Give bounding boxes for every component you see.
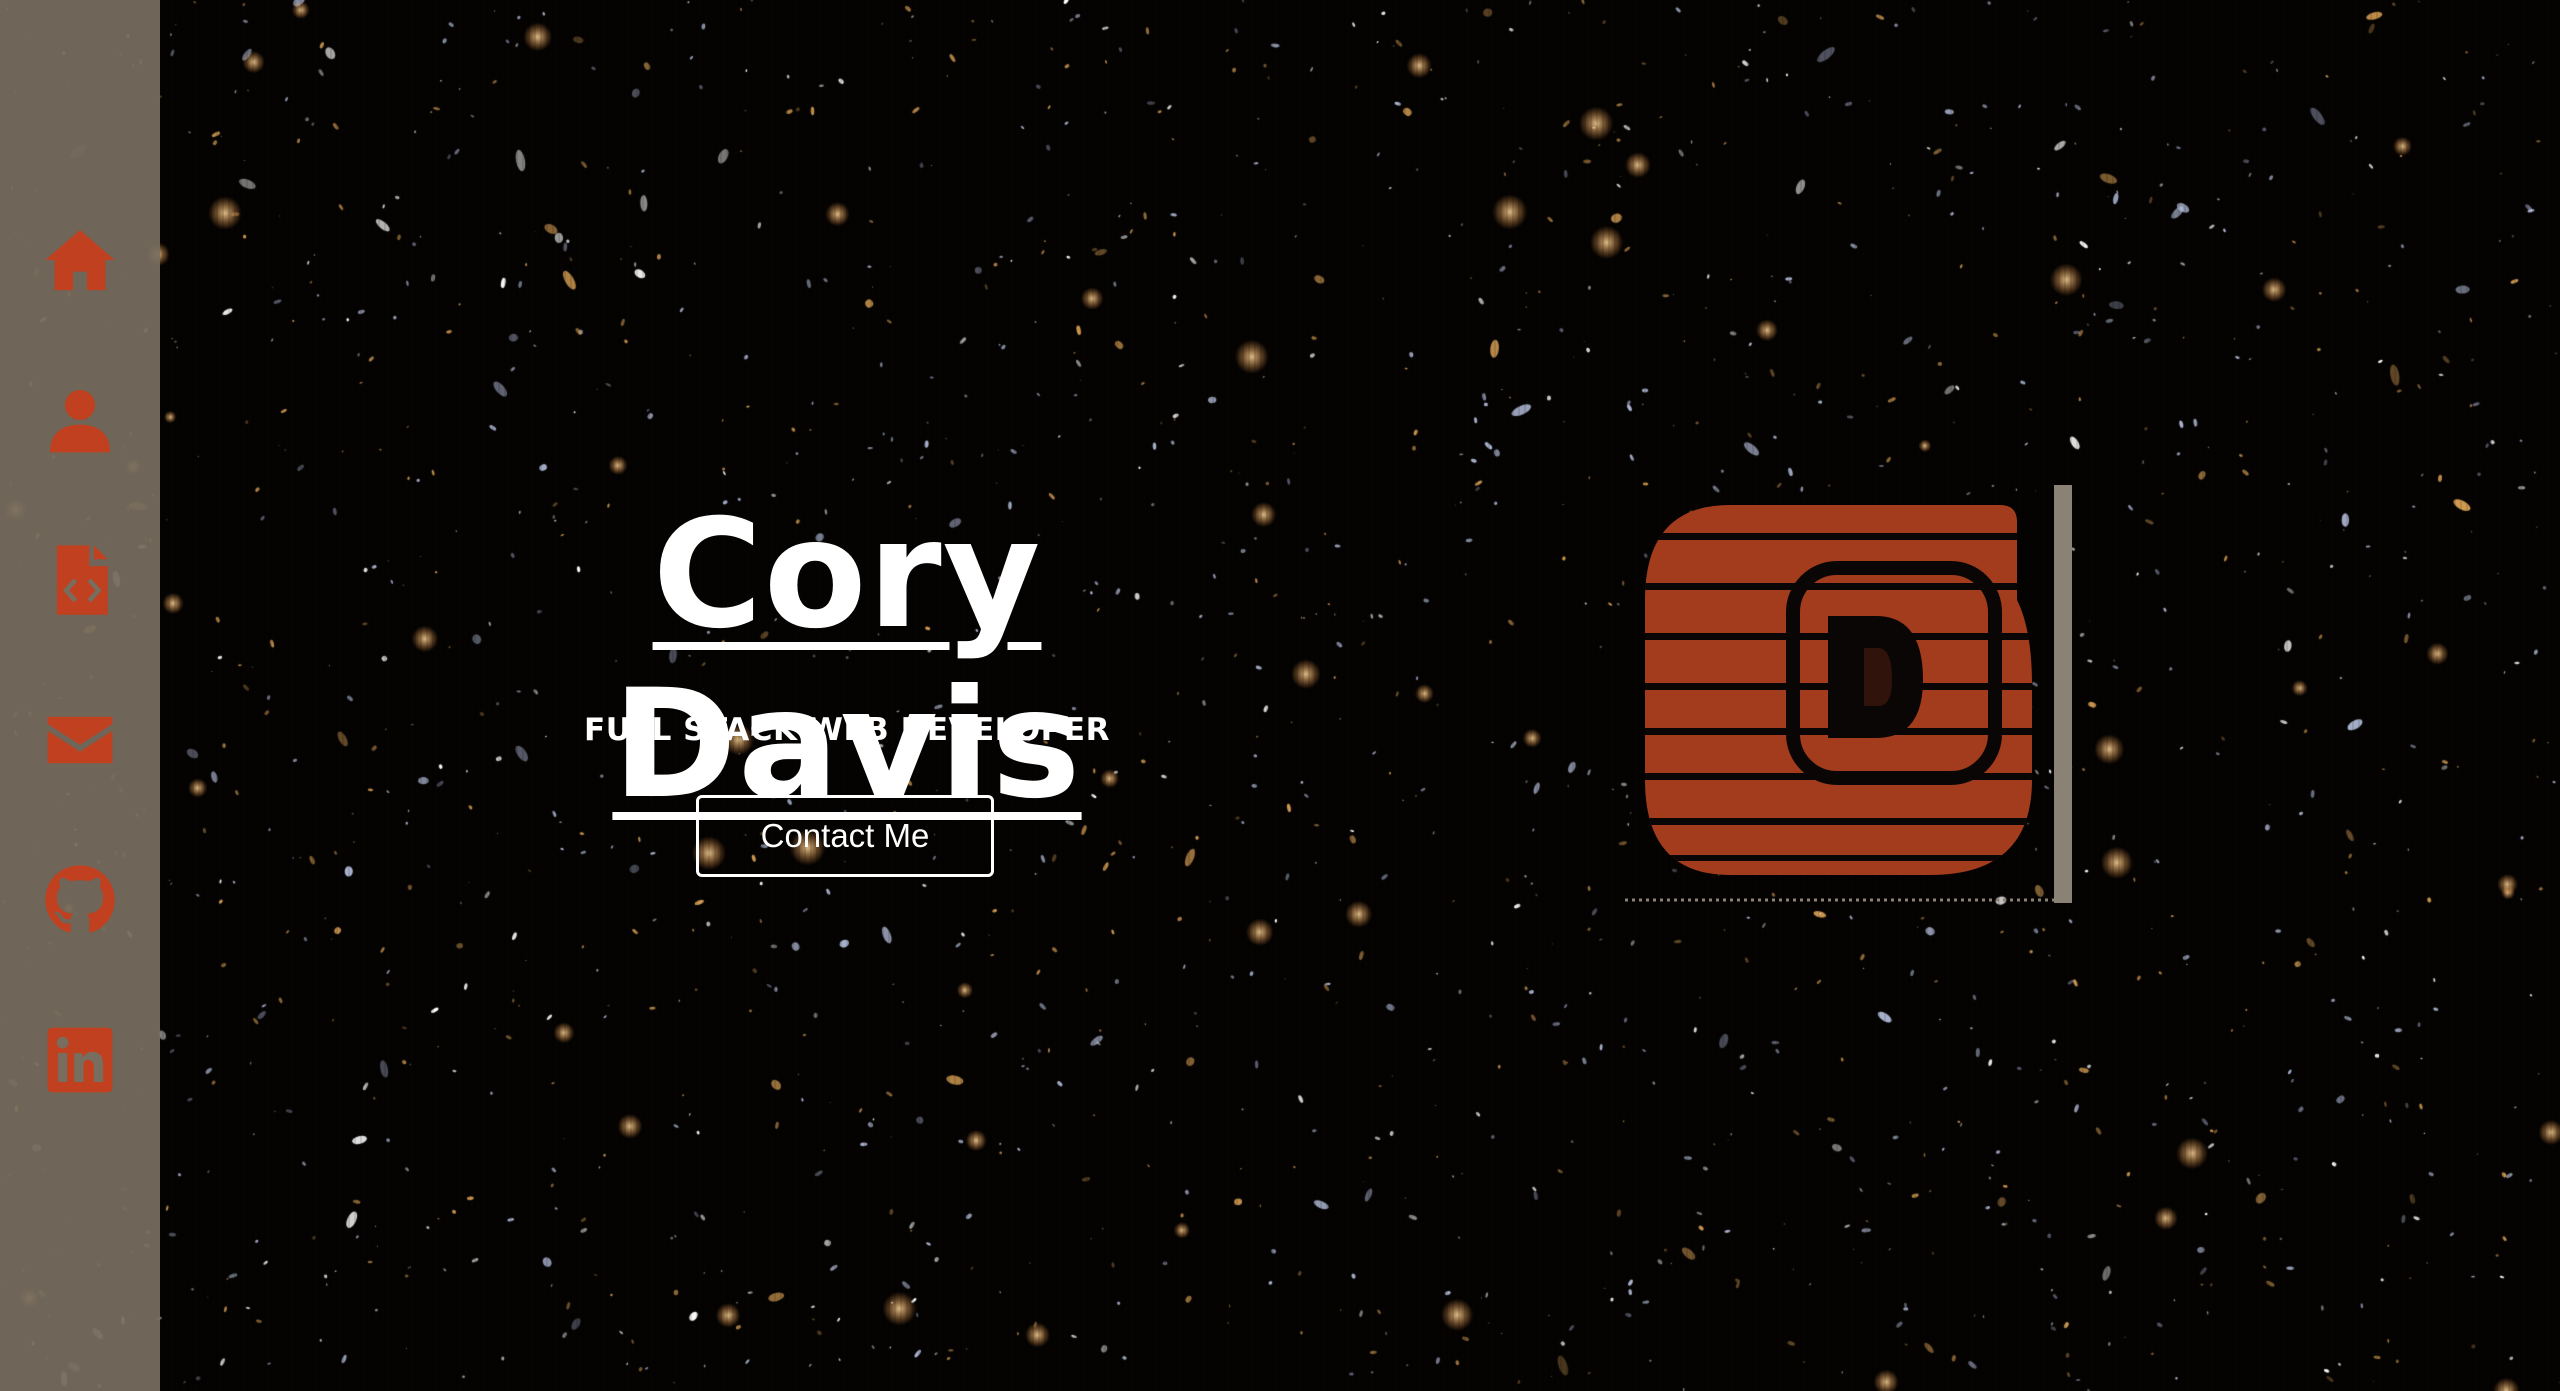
user-icon <box>49 389 111 453</box>
sidebar <box>0 0 160 1391</box>
home-icon <box>45 229 115 291</box>
hero-subtitle: FULL STACK WEB DEVELOPER <box>584 712 1110 748</box>
space-background <box>0 0 2560 1391</box>
github-icon <box>45 865 115 933</box>
code-file-icon <box>56 545 108 615</box>
nav-portfolio-link[interactable] <box>30 530 130 630</box>
cd-monogram-logo <box>1620 480 2080 905</box>
linkedin-icon <box>47 1027 113 1093</box>
contact-me-button[interactable]: Contact Me <box>696 795 994 877</box>
nav-github-link[interactable] <box>30 850 130 950</box>
hero-name: Cory Davis <box>612 488 1082 832</box>
envelope-icon <box>47 716 113 764</box>
nav-linkedin-link[interactable] <box>30 1010 130 1110</box>
nav-contact-link[interactable] <box>30 690 130 790</box>
nav-home-link[interactable] <box>30 210 130 310</box>
nav-about-link[interactable] <box>30 370 130 470</box>
